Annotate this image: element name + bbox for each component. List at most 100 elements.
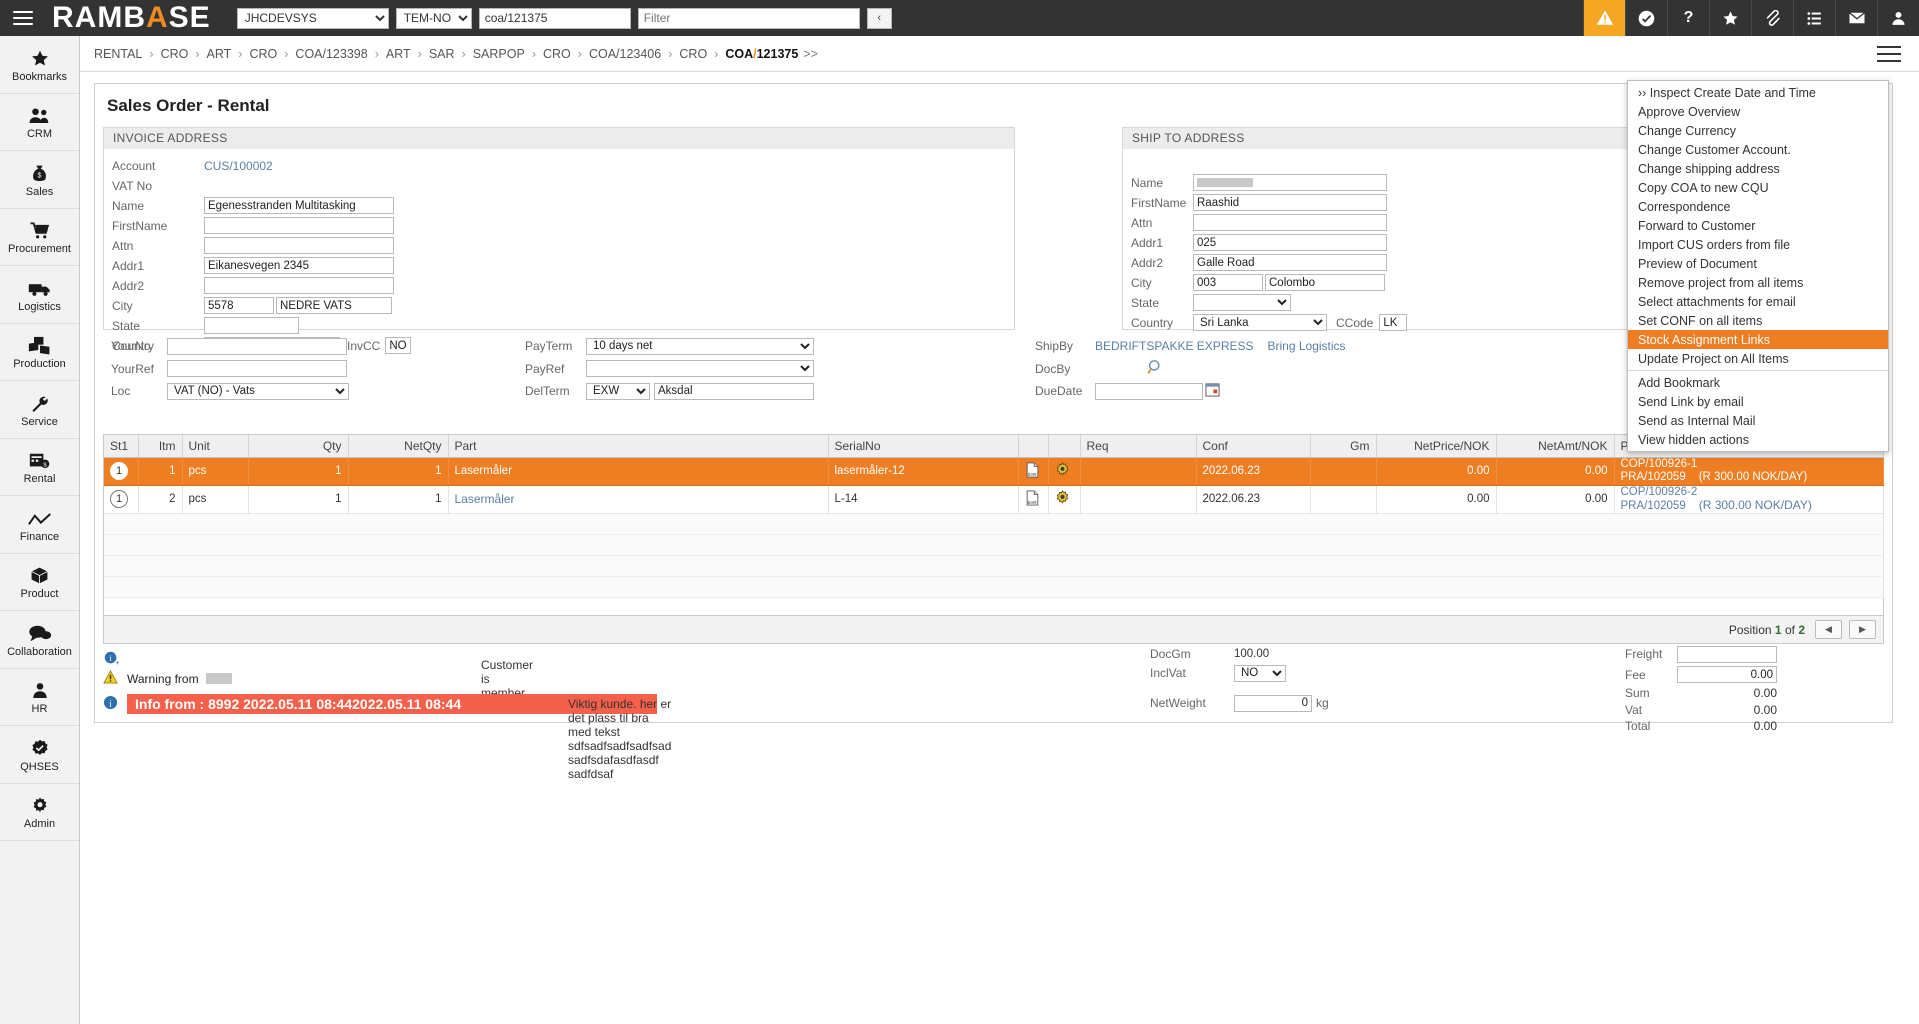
approved-icon[interactable]	[1625, 0, 1667, 36]
ship-addr1-input[interactable]	[1193, 234, 1387, 251]
actions-menu-item[interactable]: Update Project on All Items	[1628, 349, 1888, 368]
inv-state-input[interactable]	[204, 317, 299, 334]
sidebar-item-collaboration[interactable]: Collaboration	[0, 611, 79, 669]
inv-addr2-input[interactable]	[204, 277, 394, 294]
shipby-carrier-link[interactable]: Bring Logistics	[1268, 339, 1346, 353]
payterm-select[interactable]: 10 days net	[586, 338, 814, 355]
actions-menu-item[interactable]: Correspondence	[1628, 197, 1888, 216]
context-menu-hamburger-icon[interactable]	[1877, 41, 1901, 67]
search-magnifier-icon[interactable]	[1147, 359, 1164, 379]
col-part[interactable]: Part	[448, 435, 828, 457]
col-itm[interactable]: Itm	[138, 435, 182, 457]
actions-menu-item[interactable]: Send Link by email	[1628, 392, 1888, 411]
account-link[interactable]: CUS/100002	[204, 159, 273, 173]
ship-attn-input[interactable]	[1193, 214, 1387, 231]
sidebar-item-finance[interactable]: Finance	[0, 496, 79, 554]
user-profile-icon[interactable]	[1877, 0, 1919, 36]
inv-attn-input[interactable]	[204, 237, 394, 254]
warning-icon[interactable]	[1583, 0, 1625, 36]
inv-name-input[interactable]	[204, 197, 394, 214]
inv-postcode-input[interactable]	[204, 297, 274, 314]
breadcrumb-item[interactable]: CRO	[679, 47, 707, 61]
add-info-icon[interactable]: i+	[104, 651, 119, 669]
actions-menu-item[interactable]: Remove project from all items	[1628, 273, 1888, 292]
system-select[interactable]: JHCDEVSYS	[237, 8, 389, 29]
col-serialno[interactable]: SerialNo	[828, 435, 1018, 457]
breadcrumb-item[interactable]: SAR	[429, 47, 455, 61]
cell-st1[interactable]: 1	[104, 485, 138, 513]
loc-select[interactable]: VAT (NO) - Vats	[167, 383, 349, 400]
settings-gear-icon[interactable]	[1055, 468, 1070, 480]
main-menu-hamburger-icon[interactable]	[0, 0, 46, 36]
sidebar-item-logistics[interactable]: Logistics	[0, 266, 79, 324]
ship-city-input[interactable]	[1265, 274, 1385, 291]
col-gm[interactable]: Gm	[1310, 435, 1376, 457]
attachment-paperclip-icon[interactable]	[1751, 0, 1793, 36]
ship-state-select[interactable]	[1193, 294, 1291, 311]
cell-serialno[interactable]: lasermåler-12	[828, 457, 1018, 485]
cell-cfg-icon[interactable]	[1048, 457, 1080, 485]
actions-menu-item[interactable]: ›› Inspect Create Date and Time	[1628, 83, 1888, 102]
sidebar-item-crm[interactable]: CRM	[0, 94, 79, 152]
breadcrumb-item[interactable]: ART	[207, 47, 232, 61]
ship-postcode-input[interactable]	[1193, 274, 1263, 291]
calendar-icon[interactable]	[1205, 382, 1220, 400]
ship-firstname-input[interactable]	[1193, 194, 1387, 211]
cell-part[interactable]: Lasermåler	[448, 485, 828, 513]
col-req[interactable]: Req	[1080, 435, 1196, 457]
filter-input[interactable]	[638, 8, 860, 29]
inclvat-select[interactable]: NO	[1234, 665, 1286, 682]
sidebar-item-bookmarks[interactable]: Bookmarks	[0, 36, 79, 94]
actions-menu-item[interactable]: Copy COA to new CQU	[1628, 178, 1888, 197]
breadcrumb-item[interactable]: COA/123398	[295, 47, 367, 61]
actions-menu-item[interactable]: Set CONF on all items	[1628, 311, 1888, 330]
col-netqty[interactable]: NetQty	[348, 435, 448, 457]
actions-menu-item[interactable]: Change shipping address	[1628, 159, 1888, 178]
col-doc[interactable]	[1018, 435, 1048, 457]
actions-menu-item[interactable]: Change Customer Account.	[1628, 140, 1888, 159]
cell-cfg-icon[interactable]	[1048, 485, 1080, 513]
invcc-input[interactable]	[385, 337, 411, 354]
shipby-link[interactable]: BEDRIFTSPAKKE EXPRESS	[1095, 339, 1254, 353]
cell-doc-icon[interactable]: SAR	[1018, 485, 1048, 513]
sidebar-item-procurement[interactable]: Procurement	[0, 209, 79, 267]
breadcrumb-item[interactable]: RENTAL	[94, 47, 142, 61]
sidebar-item-sales[interactable]: $ Sales	[0, 151, 79, 209]
delterm-place-input[interactable]	[654, 383, 814, 400]
settings-gear-icon[interactable]	[1055, 496, 1070, 508]
favorites-star-icon[interactable]	[1709, 0, 1751, 36]
cell-serialno[interactable]: L-14	[828, 485, 1018, 513]
list-icon[interactable]	[1793, 0, 1835, 36]
actions-menu-item[interactable]: Forward to Customer	[1628, 216, 1888, 235]
part-link[interactable]: Lasermåler	[455, 492, 515, 506]
payref-select[interactable]	[586, 360, 814, 377]
sidebar-item-rental[interactable]: $ Rental	[0, 439, 79, 497]
plan-pra-link[interactable]: PRA/102059	[1621, 500, 1686, 512]
breadcrumb-item[interactable]: CRO	[543, 47, 571, 61]
breadcrumb-current[interactable]: COA/121375	[725, 47, 798, 61]
col-cfg[interactable]	[1048, 435, 1080, 457]
plan-pra-link[interactable]: PRA/102059	[1621, 471, 1686, 483]
breadcrumb-item[interactable]: SARPOP	[473, 47, 525, 61]
actions-menu-item[interactable]: Select attachments for email	[1628, 292, 1888, 311]
fee-input[interactable]	[1677, 666, 1777, 683]
cell-part[interactable]: Lasermåler	[448, 457, 828, 485]
cell-plan[interactable]: COP/100926-1 PRA/102059(R 300.00 NOK/DAY…	[1614, 457, 1883, 485]
table-row[interactable]: 1 2 pcs 1 1 Lasermåler L-14 SAR	[104, 485, 1883, 513]
help-icon[interactable]: ?	[1667, 0, 1709, 36]
col-qty[interactable]: Qty	[248, 435, 348, 457]
sar-document-icon[interactable]: SAR	[1025, 497, 1040, 509]
freight-input[interactable]	[1677, 646, 1777, 663]
netweight-input[interactable]	[1234, 695, 1312, 712]
sidebar-item-hr[interactable]: HR	[0, 669, 79, 727]
sidebar-item-qhses[interactable]: QHSES	[0, 726, 79, 784]
prev-position-button[interactable]: ◀	[1815, 620, 1842, 639]
ship-country-select[interactable]: Sri Lanka	[1193, 314, 1327, 331]
actions-menu-item[interactable]: Send as Internal Mail	[1628, 411, 1888, 430]
document-type-select[interactable]: TEM-NO	[396, 8, 472, 29]
sidebar-item-production[interactable]: Production	[0, 324, 79, 382]
actions-menu-item[interactable]: Add Bookmark	[1628, 373, 1888, 392]
actions-menu-item[interactable]: Change Currency	[1628, 121, 1888, 140]
actions-menu-item[interactable]: Import CUS orders from file	[1628, 235, 1888, 254]
sidebar-item-admin[interactable]: Admin	[0, 784, 79, 842]
